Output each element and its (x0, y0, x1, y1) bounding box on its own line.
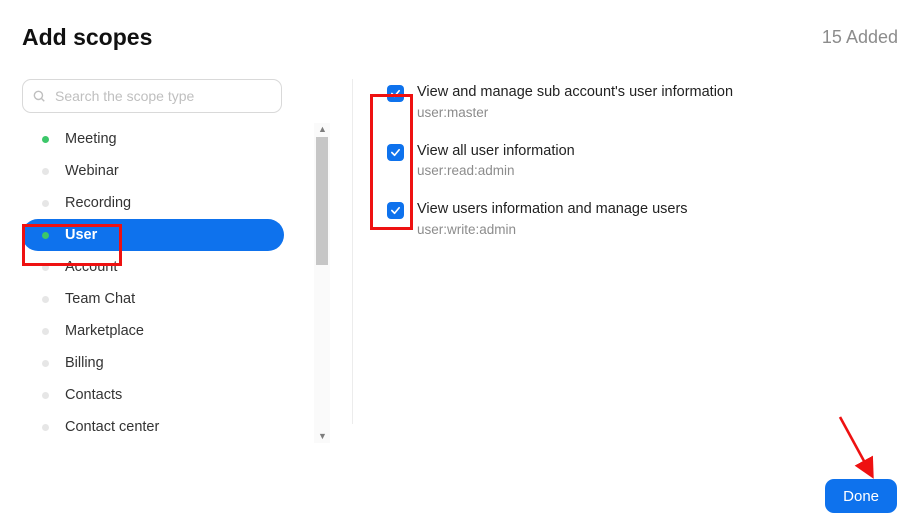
sidebar-item-label: Contact center (65, 419, 159, 435)
scroll-down-arrow-icon[interactable]: ▼ (318, 432, 327, 441)
sidebar-item-label: Meeting (65, 131, 117, 147)
sidebar-item-label: Team Chat (65, 291, 135, 307)
status-dot-icon (42, 168, 49, 175)
sidebar-item-recording[interactable]: Recording (22, 187, 284, 219)
vertical-divider (352, 79, 353, 424)
sidebar-item-user[interactable]: User (22, 219, 284, 251)
status-dot-icon (42, 328, 49, 335)
search-field-wrap (22, 79, 282, 113)
search-input[interactable] (22, 79, 282, 113)
status-dot-icon (42, 232, 49, 239)
status-dot-icon (42, 392, 49, 399)
sidebar-item-label: Webinar (65, 163, 119, 179)
sidebar-item-account[interactable]: Account (22, 251, 284, 283)
status-dot-icon (42, 136, 49, 143)
sidebar-item-label: Recording (65, 195, 131, 211)
scope-checkbox[interactable] (387, 144, 404, 161)
scope-type-list: Meeting Webinar Recording User Account Team C… (22, 123, 284, 443)
status-dot-icon (42, 360, 49, 367)
sidebar-item-contact-center[interactable]: Contact center (22, 411, 284, 443)
sidebar-item-webinar[interactable]: Webinar (22, 155, 284, 187)
sidebar-item-label: Contacts (65, 387, 122, 403)
scope-title: View and manage sub account's user infor… (417, 83, 733, 103)
status-dot-icon (42, 200, 49, 207)
status-dot-icon (42, 296, 49, 303)
done-button[interactable]: Done (825, 479, 897, 513)
scrollbar-thumb[interactable] (316, 137, 328, 265)
status-dot-icon (42, 264, 49, 271)
sidebar-item-label: Marketplace (65, 323, 144, 339)
scroll-up-arrow-icon[interactable]: ▲ (318, 125, 327, 134)
scope-row: View all user informationuser:read:admin (387, 142, 898, 179)
scope-identifier: user:read:admin (417, 163, 575, 178)
status-dot-icon (42, 424, 49, 431)
scope-title: View all user information (417, 142, 575, 162)
scope-row: View and manage sub account's user infor… (387, 83, 898, 120)
scope-title: View users information and manage users (417, 200, 688, 220)
sidebar-item-meeting[interactable]: Meeting (22, 123, 284, 155)
search-icon (32, 89, 46, 103)
scope-identifier: user:write:admin (417, 222, 688, 237)
added-count: 15 Added (822, 27, 898, 48)
sidebar-item-team-chat[interactable]: Team Chat (22, 283, 284, 315)
scope-checkbox[interactable] (387, 202, 404, 219)
scope-row: View users information and manage users u… (387, 200, 898, 237)
page-title: Add scopes (22, 24, 152, 51)
sidebar-item-marketplace[interactable]: Marketplace (22, 315, 284, 347)
scopes-panel: View and manage sub account's user infor… (387, 79, 898, 461)
sidebar-item-billing[interactable]: Billing (22, 347, 284, 379)
scope-checkbox[interactable] (387, 85, 404, 102)
sidebar-item-label: Billing (65, 355, 104, 371)
scrollbar[interactable]: ▲ ▼ (314, 123, 330, 443)
sidebar-item-label: Account (65, 259, 117, 275)
scope-identifier: user:master (417, 105, 733, 120)
sidebar-item-label: User (65, 227, 97, 243)
sidebar-item-contacts[interactable]: Contacts (22, 379, 284, 411)
